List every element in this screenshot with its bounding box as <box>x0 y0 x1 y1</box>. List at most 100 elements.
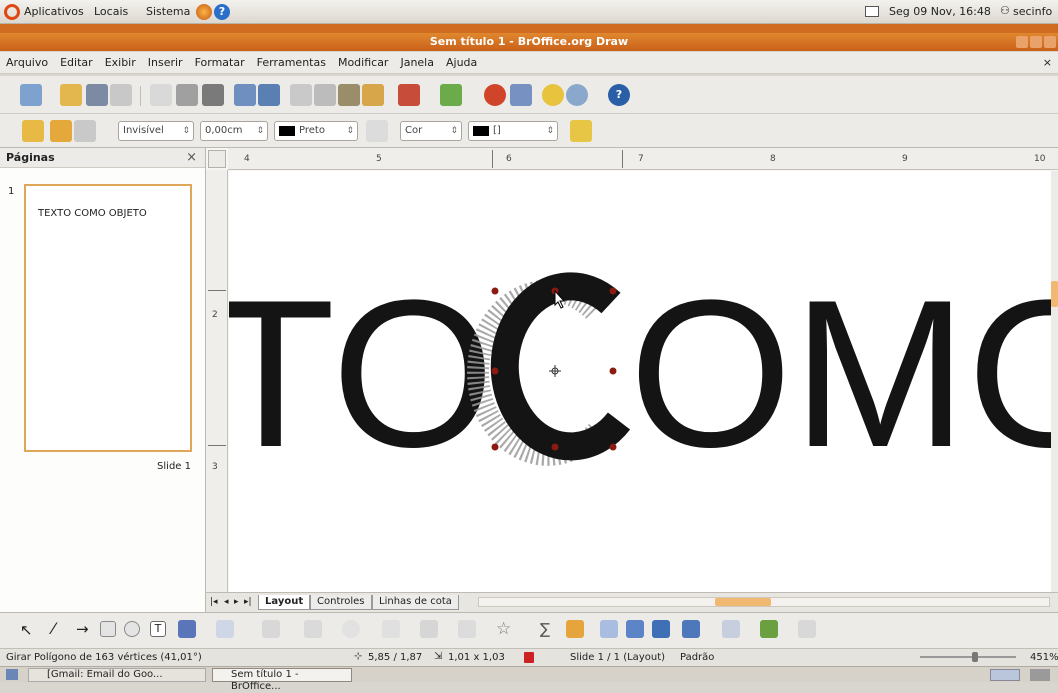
menu-sistema[interactable]: Sistema <box>146 5 190 18</box>
line-width-field[interactable]: 0,00cm ⇕ <box>200 121 268 141</box>
navigator-icon[interactable] <box>542 84 564 106</box>
menu-ajuda[interactable]: Ajuda <box>440 52 483 74</box>
help-icon[interactable]: ? <box>214 4 230 20</box>
horizontal-ruler[interactable]: 4 5 6 7 8 9 10 <box>228 148 1058 170</box>
undo-icon[interactable] <box>398 84 420 106</box>
ellipse-tool-icon[interactable] <box>124 621 140 637</box>
taskbar-item-gmail[interactable]: [Gmail: Email do Goo... <box>28 668 206 682</box>
tab-nav-first-icon[interactable]: |◂ <box>210 597 218 607</box>
page-thumbnail[interactable]: TEXTO COMO OBJETO <box>24 184 192 452</box>
spellcheck-icon[interactable] <box>234 84 256 106</box>
tab-controles[interactable]: Controles <box>310 595 372 610</box>
menu-aplicativos[interactable]: Aplicativos <box>24 5 84 18</box>
area-icon[interactable] <box>366 120 388 142</box>
text-object-omo[interactable]: OMO <box>629 256 1051 491</box>
show-desktop-icon[interactable] <box>6 669 18 680</box>
maximize-button[interactable] <box>1030 36 1042 48</box>
copy-icon[interactable] <box>314 84 336 106</box>
help-button-icon[interactable]: ? <box>608 84 630 106</box>
close-button[interactable] <box>1044 36 1056 48</box>
open-icon[interactable] <box>60 84 82 106</box>
drawing-page[interactable]: TO OMO <box>229 171 1051 592</box>
taskbar-item-broffice[interactable]: Sem título 1 - BrOffice... <box>212 668 352 692</box>
chart-icon[interactable] <box>484 84 506 106</box>
close-document-icon[interactable]: × <box>1043 56 1052 69</box>
selected-polygon-c[interactable] <box>467 272 631 466</box>
shadow-toggle-icon[interactable] <box>798 620 816 638</box>
mail-icon[interactable] <box>865 6 879 17</box>
user-name[interactable]: secinfo <box>1013 5 1052 18</box>
redo-icon[interactable] <box>440 84 462 106</box>
line-tool-icon[interactable]: ⁄ <box>52 619 55 638</box>
line-ends-icon[interactable] <box>50 120 72 142</box>
tab-linhas-de-cota[interactable]: Linhas de cota <box>372 595 459 610</box>
menu-arquivo[interactable]: Arquivo <box>0 52 54 74</box>
ubuntu-logo-icon[interactable] <box>4 4 20 20</box>
styles-icon[interactable] <box>22 120 44 142</box>
zoom-slider[interactable] <box>920 652 1016 662</box>
vertical-ruler[interactable]: 2 3 <box>206 170 228 592</box>
menu-editar[interactable]: Editar <box>54 52 99 74</box>
text-object-canvas[interactable]: TO OMO <box>229 171 1051 592</box>
browser-icon[interactable] <box>196 4 212 20</box>
table-icon[interactable] <box>510 84 532 106</box>
scrollbar-thumb[interactable] <box>715 598 771 606</box>
text-object-to[interactable]: TO <box>229 256 495 491</box>
email-icon[interactable] <box>110 84 132 106</box>
rotation-pivot-icon[interactable] <box>549 365 561 377</box>
clone-format-icon[interactable] <box>362 84 384 106</box>
area-style-select[interactable]: Cor ⇕ <box>400 121 462 141</box>
connector-tool-icon[interactable] <box>216 620 234 638</box>
document-modified-icon[interactable] <box>524 652 534 663</box>
menu-modificar[interactable]: Modificar <box>332 52 395 74</box>
close-panel-icon[interactable]: × <box>186 150 197 165</box>
status-zoom[interactable]: 451% <box>1030 652 1058 663</box>
extrusion-icon[interactable] <box>682 620 700 638</box>
scrollbar-thumb[interactable] <box>1051 281 1058 307</box>
autospell-icon[interactable] <box>258 84 280 106</box>
rectangle-tool-icon[interactable] <box>100 621 116 637</box>
new-document-icon[interactable] <box>20 84 42 106</box>
from-file-icon[interactable] <box>626 620 644 638</box>
arrow-style-icon[interactable] <box>74 120 96 142</box>
menu-locais[interactable]: Locais <box>94 5 128 18</box>
tab-nav-next-icon[interactable]: ▸ <box>234 597 239 607</box>
workspace-switcher[interactable] <box>990 669 1020 681</box>
tab-nav-last-icon[interactable]: ▸| <box>244 597 252 607</box>
text-tool-icon[interactable]: T <box>150 621 166 637</box>
align-icon[interactable] <box>722 620 740 638</box>
symbol-shapes-icon[interactable] <box>342 620 360 638</box>
trash-icon[interactable] <box>1030 669 1050 681</box>
vertical-scrollbar[interactable] <box>1051 171 1058 592</box>
flowchart-icon[interactable] <box>420 620 438 638</box>
points-icon[interactable]: ∑ <box>540 620 550 638</box>
lines-arrows-tool-icon[interactable] <box>262 620 280 638</box>
export-pdf-icon[interactable] <box>150 84 172 106</box>
zoom-slider-thumb[interactable] <box>972 652 978 662</box>
tab-nav-prev-icon[interactable]: ◂ <box>224 597 229 607</box>
basic-shapes-icon[interactable] <box>304 620 322 638</box>
arrow-line-tool-icon[interactable]: → <box>76 620 89 638</box>
fontwork-icon[interactable] <box>600 620 618 638</box>
curve-tool-icon[interactable] <box>178 620 196 638</box>
line-color-select[interactable]: Preto ⇕ <box>274 121 358 141</box>
print-preview-icon[interactable] <box>202 84 224 106</box>
paste-icon[interactable] <box>338 84 360 106</box>
window-title-bar[interactable]: Sem título 1 - BrOffice.org Draw <box>0 33 1058 51</box>
cut-icon[interactable] <box>290 84 312 106</box>
datetime[interactable]: Seg 09 Nov, 16:48 <box>889 5 991 18</box>
horizontal-scrollbar[interactable] <box>478 597 1050 607</box>
arrange-icon[interactable] <box>760 620 778 638</box>
print-icon[interactable] <box>176 84 198 106</box>
menu-exibir[interactable]: Exibir <box>99 52 142 74</box>
zoom-icon[interactable] <box>566 84 588 106</box>
menu-inserir[interactable]: Inserir <box>142 52 189 74</box>
tab-layout[interactable]: Layout <box>258 595 311 610</box>
gallery-icon[interactable] <box>652 620 670 638</box>
line-style-select[interactable]: Invisível ⇕ <box>118 121 194 141</box>
area-color-select[interactable]: [] ⇕ <box>468 121 558 141</box>
select-arrow-icon[interactable]: ↖ <box>20 621 33 639</box>
block-arrows-icon[interactable] <box>382 620 400 638</box>
menu-ferramentas[interactable]: Ferramentas <box>251 52 332 74</box>
save-icon[interactable] <box>86 84 108 106</box>
